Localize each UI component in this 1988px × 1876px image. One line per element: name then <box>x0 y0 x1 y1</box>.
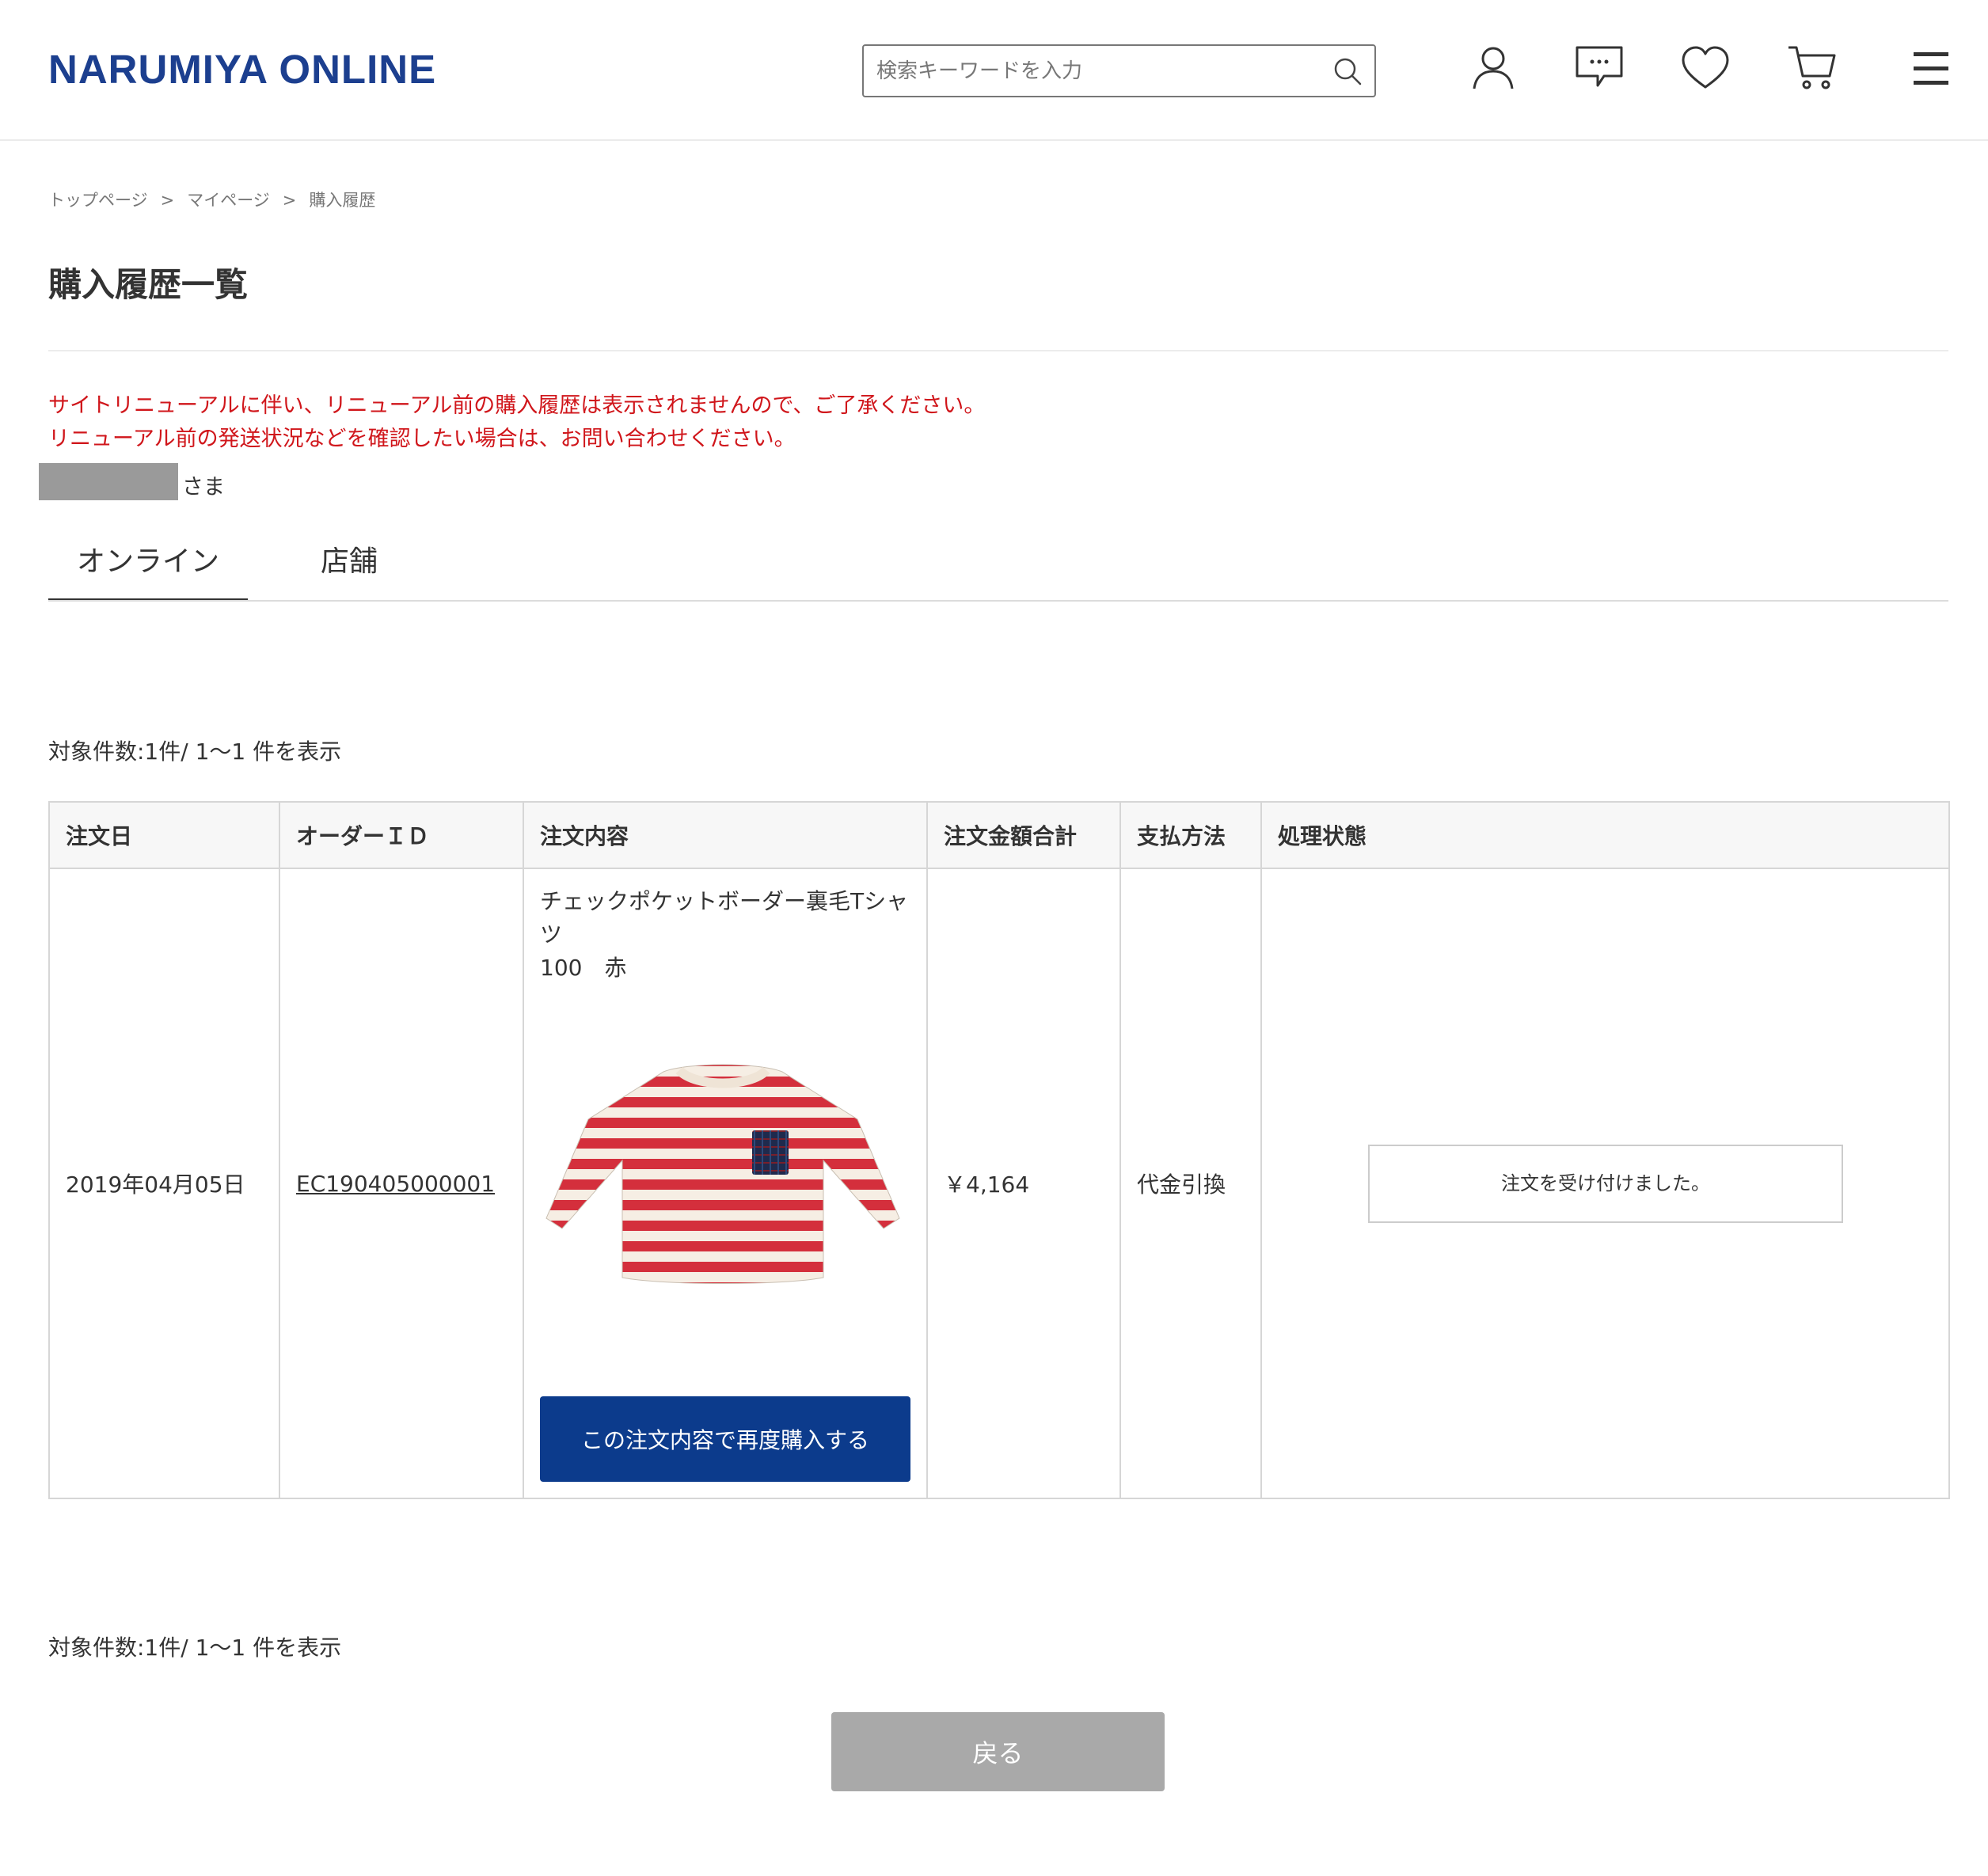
user-icon[interactable] <box>1466 41 1520 95</box>
heart-icon[interactable] <box>1678 41 1732 95</box>
header-order-contents: 注文内容 <box>523 801 928 869</box>
notice-line-2: リニューアル前の発送状況などを確認したい場合は、お問い合わせください。 <box>48 427 796 451</box>
history-tabs: オンライン 店舗 <box>48 538 1948 602</box>
order-contents: チェックポケットボーダー裏毛Tシャツ 100 赤 この注文内容で再度購入する <box>523 868 928 1499</box>
order-id-cell: EC190405000001 <box>279 868 524 1499</box>
table-row: 2019年04月05日 EC190405000001 チェックポケットボーダー裏… <box>48 868 1950 1499</box>
breadcrumb-mypage[interactable]: マイページ <box>187 191 270 210</box>
product-name[interactable]: チェックポケットボーダー裏毛Tシャツ <box>540 885 910 951</box>
header-status: 処理状態 <box>1260 801 1950 869</box>
site-logo[interactable]: NARUMIYA ONLINE <box>48 46 436 93</box>
breadcrumb-current: 購入履歴 <box>309 191 376 210</box>
search-box <box>862 44 1376 97</box>
user-name-redacted <box>39 463 178 500</box>
tab-store[interactable]: 店舗 <box>294 538 405 602</box>
back-button[interactable]: 戻る <box>831 1712 1165 1791</box>
tab-online[interactable]: オンライン <box>48 538 248 602</box>
notice-line-1: サイトリニューアルに伴い、リニューアル前の購入履歴は表示されませんので、ご了承く… <box>48 393 986 418</box>
table-header-row: 注文日 オーダーＩＤ 注文内容 注文金額合計 支払方法 処理状態 <box>48 801 1950 869</box>
user-honorific: さま <box>182 475 225 499</box>
order-total: ￥4,164 <box>926 868 1121 1499</box>
product-image[interactable] <box>545 1056 901 1293</box>
search-input[interactable] <box>864 46 1320 96</box>
status-cell: 注文を受け付けました。 <box>1260 868 1950 1499</box>
product-variant: 100 赤 <box>540 955 627 981</box>
result-count-top: 対象件数:1件/ 1〜1 件を表示 <box>48 739 342 765</box>
search-icon[interactable] <box>1332 55 1363 87</box>
cart-icon[interactable] <box>1785 41 1839 95</box>
header-order-total: 注文金額合計 <box>926 801 1121 869</box>
order-date: 2019年04月05日 <box>48 868 280 1499</box>
breadcrumb-separator: > <box>160 191 175 210</box>
header-payment-method: 支払方法 <box>1119 801 1262 869</box>
page: NARUMIYA ONLINE 検索キーワードを入力 トップページ > マイペー… <box>0 0 1988 1876</box>
header-order-id: オーダーＩＤ <box>279 801 524 869</box>
breadcrumb-separator: > <box>282 191 297 210</box>
rebuy-button[interactable]: この注文内容で再度購入する <box>540 1396 910 1482</box>
order-id-link[interactable]: EC190405000001 <box>296 1171 495 1197</box>
breadcrumb-top[interactable]: トップページ <box>48 191 148 210</box>
tabs-underline <box>48 600 1948 602</box>
header-order-date: 注文日 <box>48 801 280 869</box>
order-history-table: 注文日 オーダーＩＤ 注文内容 注文金額合計 支払方法 処理状態 2019年04… <box>48 801 1950 1499</box>
page-title: 購入履歴一覧 <box>48 265 249 304</box>
chat-icon[interactable] <box>1572 41 1626 95</box>
result-count-bottom: 対象件数:1件/ 1〜1 件を表示 <box>48 1635 342 1661</box>
status-badge: 注文を受け付けました。 <box>1368 1144 1843 1223</box>
renewal-notice: サイトリニューアルに伴い、リニューアル前の購入履歴は表示されませんので、ご了承く… <box>48 389 985 456</box>
breadcrumb: トップページ > マイページ > 購入履歴 <box>48 188 375 211</box>
site-header: NARUMIYA ONLINE <box>0 0 1988 141</box>
title-divider <box>48 350 1948 351</box>
menu-icon[interactable] <box>1904 41 1958 95</box>
payment-method: 代金引換 <box>1119 868 1262 1499</box>
